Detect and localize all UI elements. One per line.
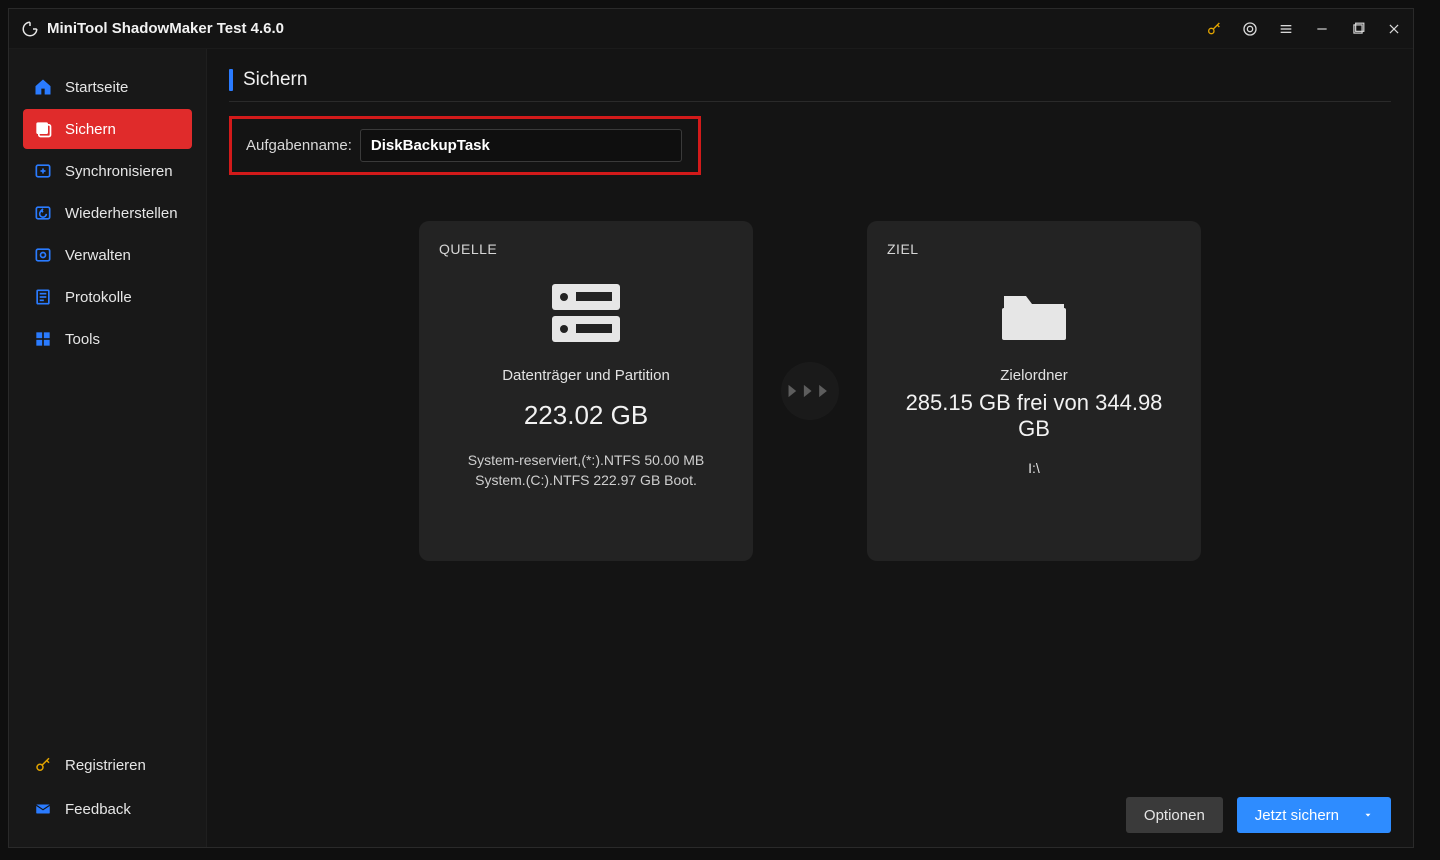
disk-icon (546, 277, 626, 349)
app-window: MiniTool ShadowMaker Test 4.6.0 (8, 8, 1414, 848)
register-label: Registrieren (65, 757, 146, 774)
options-label: Optionen (1144, 807, 1205, 824)
minimize-icon[interactable] (1313, 20, 1331, 38)
header-accent-bar (229, 69, 233, 91)
feedback-mail-icon (33, 799, 53, 819)
backup-now-button[interactable]: Jetzt sichern (1237, 797, 1391, 833)
home-icon (33, 77, 53, 97)
sidebar-item-label: Tools (65, 331, 100, 348)
backup-icon (33, 119, 53, 139)
titlebar: MiniTool ShadowMaker Test 4.6.0 (9, 9, 1413, 49)
backup-now-label: Jetzt sichern (1255, 807, 1339, 824)
sidebar-item-label: Wiederherstellen (65, 205, 178, 222)
menu-icon[interactable] (1277, 20, 1295, 38)
page-header: Sichern (229, 69, 1391, 102)
source-panel[interactable]: QUELLE Datenträger und Partition 223.02 … (419, 221, 753, 561)
key-icon[interactable] (1205, 20, 1223, 38)
destination-panel[interactable]: ZIEL Zielordner 285.15 GB frei von 344.9… (867, 221, 1201, 561)
sidebar-item-label: Startseite (65, 79, 128, 96)
destination-free: 285.15 GB frei von 344.98 GB (887, 390, 1181, 442)
sidebar-item-label: Synchronisieren (65, 163, 173, 180)
folder-icon (994, 277, 1074, 349)
page-title: Sichern (243, 69, 307, 91)
lifebuoy-icon[interactable] (1241, 20, 1259, 38)
sidebar-item-label: Sichern (65, 121, 116, 138)
register-key-icon (33, 755, 53, 775)
source-subtitle: Datenträger und Partition (439, 367, 733, 384)
sidebar-item-verwalten[interactable]: Verwalten (23, 235, 192, 275)
feedback-label: Feedback (65, 801, 131, 818)
sidebar-item-startseite[interactable]: Startseite (23, 67, 192, 107)
sidebar-item-tools[interactable]: Tools (23, 319, 192, 359)
task-name-label: Aufgabenname: (246, 137, 352, 154)
destination-subtitle: Zielordner (887, 367, 1181, 384)
manage-icon (33, 245, 53, 265)
window-title: MiniTool ShadowMaker Test 4.6.0 (47, 20, 1205, 37)
options-button[interactable]: Optionen (1126, 797, 1223, 833)
panels-row: QUELLE Datenträger und Partition 223.02 … (229, 221, 1391, 561)
footer-buttons: Optionen Jetzt sichern (229, 781, 1391, 833)
arrow-separator-icon (781, 362, 839, 420)
sidebar-item-protokolle[interactable]: Protokolle (23, 277, 192, 317)
tools-icon (33, 329, 53, 349)
sync-icon (33, 161, 53, 181)
destination-heading: ZIEL (887, 241, 1181, 257)
sidebar-feedback[interactable]: Feedback (23, 789, 192, 829)
task-name-input[interactable] (360, 129, 682, 162)
sidebar-item-sichern[interactable]: Sichern (23, 109, 192, 149)
sidebar: Startseite Sichern Synchronisieren (9, 49, 207, 847)
logs-icon (33, 287, 53, 307)
sidebar-item-label: Verwalten (65, 247, 131, 264)
source-size: 223.02 GB (439, 400, 733, 431)
sidebar-item-label: Protokolle (65, 289, 132, 306)
source-detail: System-reserviert,(*:).NTFS 50.00 MB Sys… (439, 451, 733, 490)
sidebar-register[interactable]: Registrieren (23, 745, 192, 785)
destination-path: I:\ (887, 460, 1181, 476)
maximize-icon[interactable] (1349, 20, 1367, 38)
source-heading: QUELLE (439, 241, 733, 257)
main-content: Sichern Aufgabenname: QUELLE (207, 49, 1413, 847)
app-logo-icon (21, 20, 39, 38)
sidebar-item-synchronisieren[interactable]: Synchronisieren (23, 151, 192, 191)
caret-down-icon (1363, 807, 1373, 824)
restore-icon (33, 203, 53, 223)
window-controls (1205, 20, 1403, 38)
sidebar-item-wiederherstellen[interactable]: Wiederherstellen (23, 193, 192, 233)
task-name-row: Aufgabenname: (229, 116, 701, 175)
close-icon[interactable] (1385, 20, 1403, 38)
